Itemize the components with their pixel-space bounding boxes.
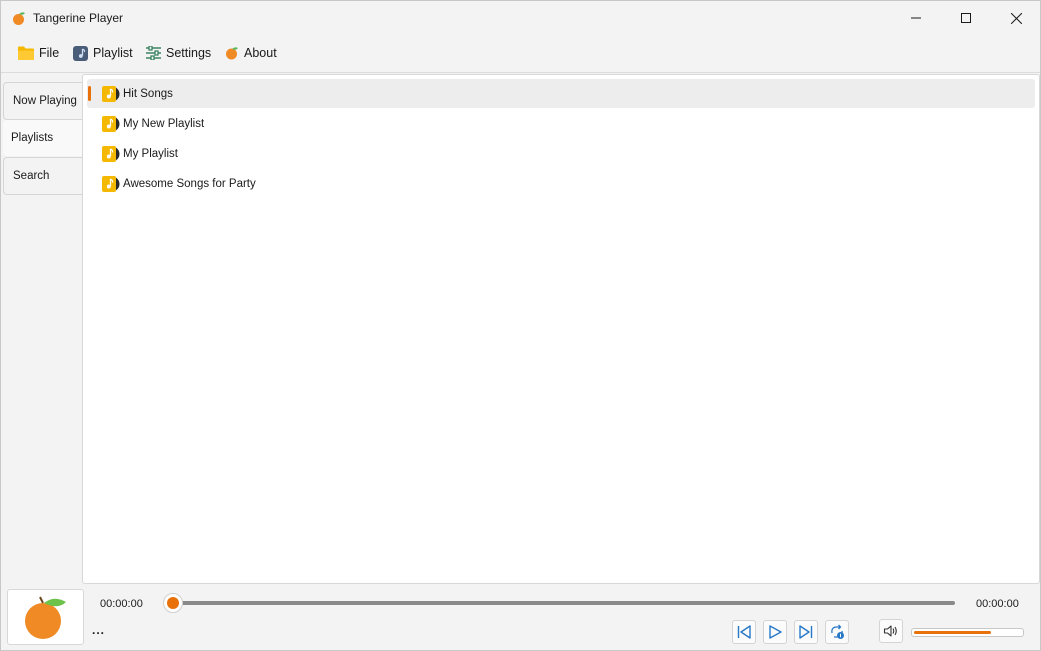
repeat-one-icon [831, 624, 844, 639]
tab-playlists[interactable]: Playlists [3, 120, 82, 156]
tangerine-icon [24, 596, 66, 639]
playlist-name: My Playlist [123, 147, 178, 160]
menu-settings-label: Settings [166, 46, 212, 60]
now-playing-title: ... [92, 623, 106, 637]
current-time: 00:00:00 [100, 598, 143, 610]
previous-button[interactable] [732, 620, 756, 644]
close-button[interactable] [993, 1, 1039, 35]
playlists-panel: Hit Songs My New Playlist My Playlist Aw… [82, 74, 1040, 584]
playlist-disc-icon [102, 145, 120, 162]
menu-file[interactable]: File [18, 43, 59, 63]
sliders-icon [146, 46, 161, 60]
folder-icon [18, 46, 34, 60]
tangerine-icon [11, 10, 27, 26]
volume-slider[interactable] [911, 628, 1024, 637]
tangerine-icon [226, 47, 238, 60]
tab-playlists-label: Playlists [11, 132, 54, 144]
menu-playlist[interactable]: Playlist [73, 43, 133, 63]
play-button[interactable] [763, 620, 787, 644]
seek-thumb-dot [167, 597, 179, 609]
menu-about[interactable]: About [225, 43, 277, 63]
window-title: Tangerine Player [33, 11, 124, 25]
title-bar: Tangerine Player [1, 1, 1040, 35]
menu-settings[interactable]: Settings [146, 43, 211, 63]
maximize-icon [961, 13, 971, 23]
repeat-one-button[interactable] [825, 620, 849, 644]
speaker-icon [883, 625, 897, 637]
close-icon [1010, 12, 1022, 24]
menu-file-label: File [39, 46, 60, 60]
menu-playlist-label: Playlist [93, 46, 133, 60]
playlist-item-hit-songs[interactable]: Hit Songs [87, 79, 1035, 108]
playlist-disc-icon [102, 85, 120, 102]
playlist-item-my-playlist[interactable]: My Playlist [87, 139, 1035, 168]
next-button[interactable] [794, 620, 818, 644]
seek-bar[interactable] [173, 601, 955, 605]
menu-bar: File Playlist Settings About [1, 37, 1040, 69]
app-window: Tangerine Player File Playlist Settings … [0, 0, 1041, 651]
playlist-disc-icon [102, 175, 120, 192]
playlist-name: Hit Songs [123, 87, 173, 100]
playlist-disc-icon [102, 115, 120, 132]
volume-button[interactable] [879, 619, 903, 643]
tab-now-playing-label: Now Playing [13, 95, 77, 107]
seek-thumb[interactable] [163, 593, 183, 613]
player-bar: 00:00:00 00:00:00 ... [1, 585, 1040, 651]
tab-search-label: Search [13, 170, 50, 182]
playlist-item-my-new-playlist[interactable]: My New Playlist [87, 109, 1035, 138]
playlist-name: My New Playlist [123, 117, 205, 130]
selection-indicator [88, 86, 91, 101]
music-note-icon [73, 45, 88, 61]
total-time: 00:00:00 [976, 598, 1019, 610]
volume-level-fill [914, 631, 991, 634]
skip-previous-icon [737, 625, 751, 639]
skip-next-icon [799, 625, 813, 639]
playlist-item-awesome-songs-for-party[interactable]: Awesome Songs for Party [87, 169, 1035, 198]
tab-search[interactable]: Search [3, 157, 82, 195]
play-icon [769, 625, 782, 639]
minimize-icon [911, 17, 921, 19]
album-art [7, 589, 84, 645]
menu-divider [1, 72, 1040, 73]
tab-now-playing[interactable]: Now Playing [3, 82, 82, 120]
menu-about-label: About [244, 46, 277, 60]
minimize-button[interactable] [893, 1, 939, 35]
maximize-button[interactable] [943, 1, 989, 35]
playlist-name: Awesome Songs for Party [123, 177, 256, 190]
